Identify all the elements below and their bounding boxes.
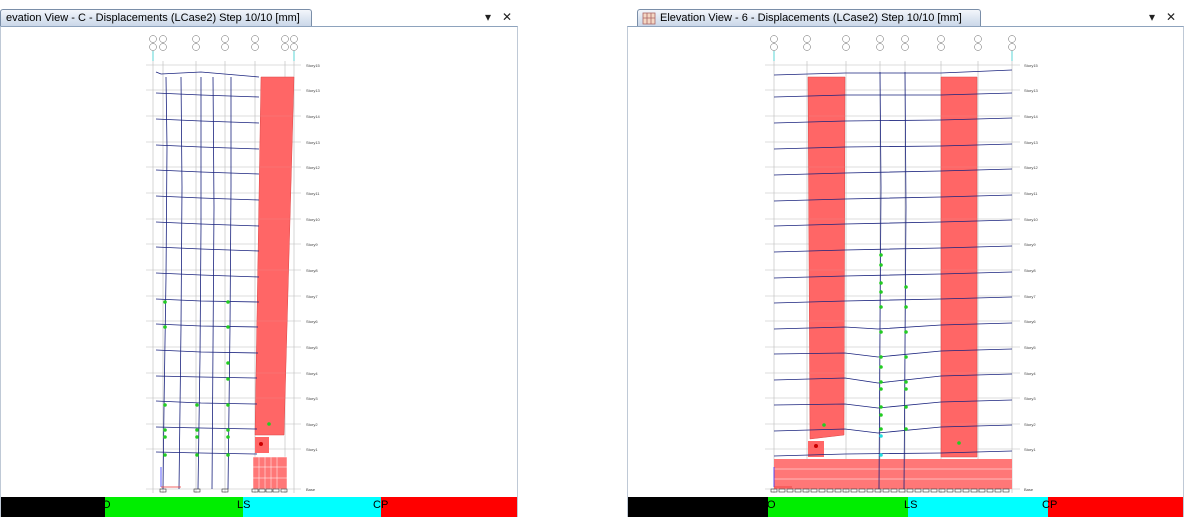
left-view-title: evation View - C - Displacements (LCase2… [6,12,300,24]
right-elevation-drawing[interactable]: Story15 Story13 Story14 Story13 Story12 … [628,27,1183,497]
right-shear-wall-2 [940,76,978,458]
story-label: Story6 [1024,319,1036,324]
left-view-tab[interactable]: evation View - C - Displacements (LCase2… [0,9,312,27]
left-drawing-frame: Story15 Story13 Story14 Story13 Story12 … [0,26,518,517]
right-collapse-hinge [814,444,818,448]
story-label: Story2 [306,422,318,427]
story-label: Story5 [306,345,318,350]
story-label: Story2 [1024,422,1036,427]
legend-green-segment [105,497,243,517]
right-grid-bubbles [770,35,1016,61]
left-elevation-drawing[interactable]: Story15 Story13 Story14 Story13 Story12 … [1,27,517,497]
story-label: Base [306,487,316,492]
left-elevation-pane: evation View - C - Displacements (LCase2… [0,6,518,517]
legend-ls-label: LS [904,499,918,511]
legend-black-segment [628,497,768,517]
story-label: Story11 [306,191,320,196]
story-label: Story13 [1024,140,1039,145]
right-hinge-legend-bar: IO LS CP [628,497,1183,517]
legend-cyan-segment [243,497,381,517]
story-label: Story12 [306,165,321,170]
left-grid-bubbles [149,35,298,61]
legend-ls-label: LS [237,499,251,511]
close-icon[interactable]: ✕ [502,10,512,24]
elevation-view-icon [642,12,656,25]
right-shear-wall-1 [807,76,846,440]
story-label: Story10 [1024,217,1039,222]
story-label: Story3 [306,396,318,401]
story-label: Story15 [306,63,321,68]
legend-io-label: IO [764,499,776,511]
right-elevation-pane: Elevation View - 6 - Displacements (LCas… [627,6,1184,517]
close-icon[interactable]: ✕ [1166,10,1176,24]
right-story-labels: Story15 Story13 Story14 Story13 Story12 … [1024,63,1039,492]
story-label: Story7 [306,294,318,299]
dropdown-arrow-icon[interactable]: ▾ [485,10,491,24]
left-hinge-legend-bar: IO LS CP [1,497,517,517]
right-drawing-frame: Story15 Story13 Story14 Story13 Story12 … [627,26,1184,517]
legend-red-segment [1048,497,1183,517]
left-axis-triad [160,467,181,488]
right-view-tab[interactable]: Elevation View - 6 - Displacements (LCas… [637,9,981,27]
story-label: Story4 [1024,371,1036,376]
story-label: Base [1024,487,1034,492]
legend-cyan-segment [908,497,1048,517]
story-label: Story3 [1024,396,1036,401]
legend-green-segment [768,497,908,517]
story-label: Story15 [1024,63,1039,68]
left-wall-base [252,456,288,490]
story-label: Story13 [306,140,321,145]
story-label: Story10 [306,217,321,222]
left-titlebar: evation View - C - Displacements (LCase2… [0,6,518,27]
legend-red-segment [381,497,517,517]
story-label: Story12 [1024,165,1039,170]
legend-cp-label: CP [373,499,389,511]
right-wall-base [774,459,1012,489]
left-shear-wall [254,76,295,436]
story-label: Story14 [306,114,321,119]
dropdown-arrow-icon[interactable]: ▾ [1149,10,1155,24]
right-view-title: Elevation View - 6 - Displacements (LCas… [660,12,962,24]
story-label: Story13 [306,88,321,93]
story-label: Story9 [306,242,318,247]
story-label: Story6 [306,319,318,324]
story-label: Story8 [1024,268,1036,273]
story-label: Story13 [1024,88,1039,93]
left-deformed-frame [155,71,260,490]
story-label: Story5 [1024,345,1036,350]
story-label: Story8 [306,268,318,273]
right-titlebar: Elevation View - 6 - Displacements (LCas… [627,6,1184,27]
story-label: Story14 [1024,114,1039,119]
story-label: Story1 [1024,447,1036,452]
left-supports [159,488,288,493]
story-label: Story9 [1024,242,1036,247]
legend-black-segment [1,497,105,517]
left-story-labels: Story15 Story13 Story14 Story13 Story12 … [306,63,321,492]
story-label: Story4 [306,371,318,376]
legend-io-label: IO [99,499,111,511]
left-collapse-hinge [259,442,263,446]
story-label: Story11 [1024,191,1038,196]
legend-cp-label: CP [1042,499,1058,511]
story-label: Story1 [306,447,318,452]
story-label: Story7 [1024,294,1036,299]
